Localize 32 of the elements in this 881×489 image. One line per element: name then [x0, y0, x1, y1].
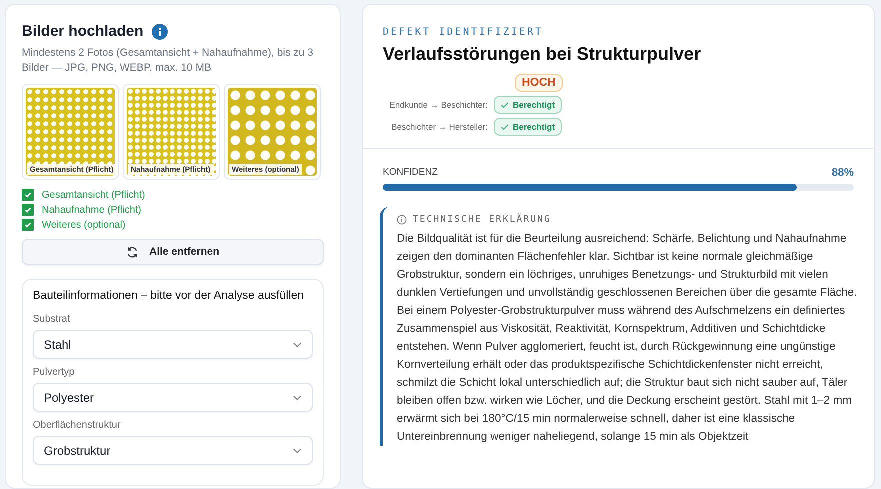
refresh-icon: [126, 246, 140, 259]
checklist-label: Nahaufnahme (Pflicht): [42, 204, 142, 216]
upload-description: Mindestens 2 Fotos (Gesamtansicht + Nahaufnahme), bis zu 3 Bilder — JPG, PNG, WEBP, max. 10 MB: [22, 46, 315, 76]
explanation-text: Die Bildqualität ist für die Beurteilung ausreichend: Schärfe, Belichtung und Nahaufnahme zeigen den dominanten Flächenfehler klar. Sichtbar ist keine normale gleichmäßige Grobstruktur, sondern ein löchriges, unruhiges Benetzungs- und Strukturbild mit vielen dunklen Vertiefungen und unvollständig geschlossenen Bereichen über die gesamte Fläche. Bei einem Polyester-Grobstrukturpulver muss während des Aufschmelzens ein definiertes Zusammenspiel aus Viskosität, Reaktivität, Kornspektrum, Additiven und Schichtdicke entstehen. Wenn Pulver agglomeriert, feucht ist, durch Rückgewinnung eine ungünstige Kornverteilung erhält oder das produktspezifische Schichtdickenfenster nicht erreicht, schmilzt die Schicht lokal unterschiedlich auf; die Struktur baut sich nicht sauber auf, Täler bleiben offen bzw. wirken wie Löcher, und die Deckung erscheint gestört. Stahl mit 1–2 mm erwärmt sich bei 180°C/15 min normalerweise schnell, daher ist eine klassische Untereinbrennung weniger naheliegend, solange 15 min als Objektzeit: [397, 232, 858, 445]
check-icon: [501, 102, 509, 108]
check-icon: [501, 124, 509, 130]
claim-label: Endkunde → Beschichter:: [388, 100, 488, 110]
remove-all-button[interactable]: Alle entfernen: [22, 239, 324, 266]
checklist-label: Gesamtansicht (Pflicht): [42, 190, 146, 201]
status-badge: Berechtigt: [494, 96, 562, 114]
confidence-value: 88%: [832, 167, 854, 179]
chevron-icon: [293, 448, 302, 454]
field-label: Oberflächenstruktur: [33, 420, 122, 432]
chevron-icon: [293, 342, 302, 348]
info-icon: [397, 215, 407, 225]
status-badge: Berechtigt: [494, 118, 562, 136]
defect-title: Verlaufsstörungen bei Strukturpulver: [383, 44, 702, 65]
field-label: Pulvertyp: [33, 367, 76, 378]
claim-label: Beschichter → Hersteller:: [390, 122, 488, 132]
confidence-label: KONFIDENZ: [383, 167, 438, 179]
part-info-title: Bauteilinformationen – bitte vor der Analyse ausfüllen: [33, 290, 306, 302]
explanation-title: TECHNISCHE ERKLÄRUNG: [413, 215, 552, 225]
result-eyebrow: DEFEKT IDENTIFIZIERT: [383, 27, 544, 38]
select-field[interactable]: Stahl: [33, 330, 313, 360]
select-field[interactable]: Polyester: [33, 383, 313, 412]
info-icon[interactable]: [152, 24, 168, 40]
field-label: Substrat: [33, 314, 72, 326]
chevron-icon: [293, 394, 302, 401]
severity-badge: HOCH: [515, 74, 563, 92]
checklist-label: Weiteres (optional): [42, 220, 126, 231]
select-field[interactable]: Grobstruktur: [33, 436, 313, 466]
section-title: Bilder hochladen: [22, 23, 144, 40]
